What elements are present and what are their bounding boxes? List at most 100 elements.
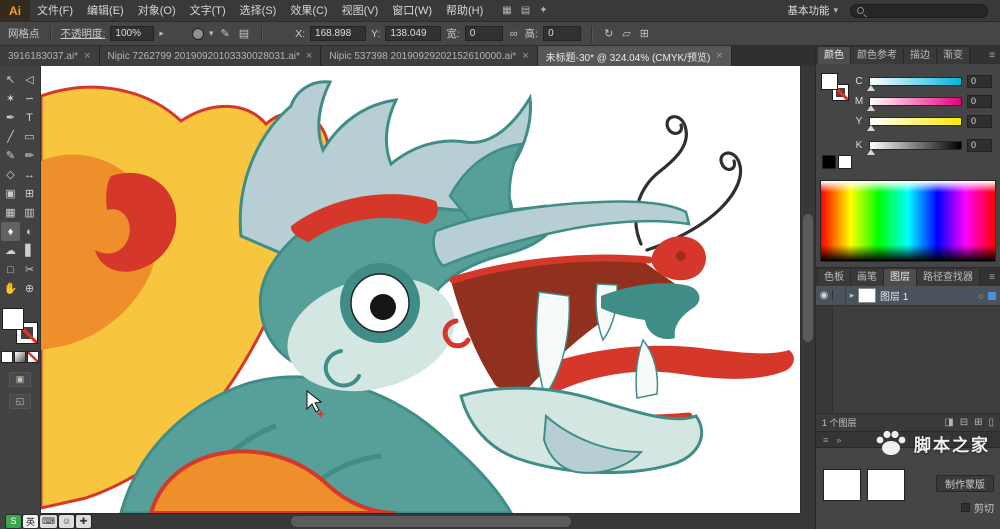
ime-keyboard-icon[interactable]: ⌨: [40, 514, 57, 528]
align-grid-icon[interactable]: ⊞: [638, 27, 651, 40]
height-input[interactable]: 0: [543, 26, 582, 41]
vertical-scroll-thumb[interactable]: [803, 214, 813, 342]
horizontal-scroll-thumb[interactable]: [291, 516, 571, 527]
object-thumbnail[interactable]: [824, 470, 860, 500]
new-sublayer-icon[interactable]: ⊟: [960, 417, 968, 428]
width-tool[interactable]: ◇: [1, 165, 20, 184]
vertical-scrollbar[interactable]: [800, 66, 815, 513]
panel-menu-icon[interactable]: ≡: [984, 47, 1000, 64]
opacity-label[interactable]: 不透明度:: [61, 26, 106, 41]
tongue-shape[interactable]: [539, 345, 794, 393]
perspective-grid-tool[interactable]: ⊞: [20, 184, 39, 203]
channel-m-slider[interactable]: [867, 96, 962, 111]
channel-k-slider[interactable]: [867, 140, 962, 155]
doc-tab-1[interactable]: 3916183037.ai* ×: [0, 46, 100, 66]
ime-emoji-icon[interactable]: ☺: [59, 514, 74, 528]
new-layer-icon[interactable]: ⊞: [974, 417, 982, 428]
artboard-tool[interactable]: □: [1, 260, 20, 279]
zoom-tool[interactable]: ⊕: [20, 279, 39, 298]
style-swatch[interactable]: [191, 27, 204, 40]
menu-select[interactable]: 选择(S): [233, 0, 284, 22]
none-chip[interactable]: [28, 352, 38, 362]
doc-tab-2[interactable]: Nipic 7262799 20190920103330028031.ai* ×: [99, 46, 322, 66]
whisker-lines[interactable]: [634, 115, 743, 252]
doc-tab-4[interactable]: 未标题-30* @ 324.04% (CMYK/预览) ×: [537, 46, 732, 66]
column-graph-tool[interactable]: ▋: [20, 241, 39, 260]
channel-y-slider[interactable]: [867, 116, 962, 131]
opacity-stepper-icon[interactable]: ▸: [159, 28, 164, 39]
eye[interactable]: [340, 263, 420, 343]
tab-layers[interactable]: 图层: [884, 269, 917, 286]
visibility-eye-icon[interactable]: ◉: [816, 290, 833, 301]
delete-layer-icon[interactable]: ▯: [988, 417, 994, 428]
channel-value-input[interactable]: 0: [967, 94, 992, 108]
collapse-panels-icon[interactable]: »: [836, 435, 841, 445]
dragon-artwork[interactable]: [41, 66, 800, 513]
panel-fill-swatch[interactable]: [822, 74, 837, 89]
y-input[interactable]: 138.049: [385, 26, 442, 41]
mask-thumbnail[interactable]: [868, 470, 904, 500]
direct-selection-tool[interactable]: ◁: [20, 70, 39, 89]
color-chip[interactable]: [2, 352, 12, 362]
blend-tool[interactable]: ◐: [20, 222, 39, 241]
cs-live-icon[interactable]: ✦: [539, 0, 547, 22]
shape-builder-tool[interactable]: ▣: [1, 184, 20, 203]
opacity-input[interactable]: 100%: [110, 26, 155, 41]
white-swatch[interactable]: [839, 156, 851, 168]
ime-logo-icon[interactable]: S: [6, 514, 21, 528]
channel-c-slider[interactable]: [867, 76, 962, 91]
close-icon[interactable]: ×: [522, 50, 528, 62]
bridge-icon[interactable]: ▦: [502, 0, 511, 22]
expand-arrow-icon[interactable]: ▸: [846, 290, 858, 301]
pencil-tool[interactable]: ✏: [20, 146, 39, 165]
selection-tool[interactable]: ↖: [1, 70, 20, 89]
make-clip-mask-icon[interactable]: ◨: [944, 417, 953, 428]
lip-curl-shape[interactable]: [601, 283, 700, 340]
menu-help[interactable]: 帮助(H): [439, 0, 490, 22]
menu-window[interactable]: 窗口(W): [385, 0, 439, 22]
symbol-sprayer-tool[interactable]: ☁: [1, 241, 20, 260]
color-spectrum[interactable]: [820, 180, 996, 262]
menu-type[interactable]: 文字(T): [183, 0, 233, 22]
line-segment-tool[interactable]: ╱: [1, 127, 20, 146]
app-logo[interactable]: Ai: [0, 0, 30, 22]
gradient-tool[interactable]: ▥: [20, 203, 39, 222]
menu-edit[interactable]: 编辑(E): [80, 0, 131, 22]
free-transform-tool[interactable]: ↔: [20, 165, 39, 184]
type-tool[interactable]: T: [20, 108, 39, 127]
lock-cell[interactable]: [833, 286, 846, 305]
tab-color-guide[interactable]: 颜色参考: [851, 47, 904, 64]
fill-swatch[interactable]: [3, 309, 23, 329]
close-icon[interactable]: ×: [716, 50, 722, 62]
channel-value-input[interactable]: 0: [967, 74, 992, 88]
black-swatch[interactable]: [823, 156, 835, 168]
menu-view[interactable]: 视图(V): [335, 0, 386, 22]
search-input[interactable]: [850, 3, 988, 18]
menu-effect[interactable]: 效果(C): [283, 0, 334, 22]
eyedropper-tool[interactable]: ♦: [1, 222, 20, 241]
drawing-mode-icon[interactable]: ▣: [9, 372, 31, 387]
style-chevron-icon[interactable]: ▾: [209, 28, 214, 39]
width-input[interactable]: 0: [464, 26, 503, 41]
rotate-icon[interactable]: ↻: [602, 27, 615, 40]
close-icon[interactable]: ×: [306, 50, 312, 62]
magic-wand-tool[interactable]: ✶: [1, 89, 20, 108]
tab-stroke[interactable]: 描边: [904, 47, 937, 64]
checkbox-icon[interactable]: [961, 503, 970, 512]
channel-value-input[interactable]: 0: [967, 138, 992, 152]
panel-dock-menu-icon[interactable]: ≡: [823, 435, 828, 445]
ime-toolbox-icon[interactable]: ✚: [76, 514, 91, 528]
layer-name[interactable]: 图层 1: [880, 288, 974, 303]
arrange-documents-icon[interactable]: ▤: [521, 0, 530, 22]
slice-tool[interactable]: ✂: [20, 260, 39, 279]
mesh-tool[interactable]: ▦: [1, 203, 20, 222]
menu-object[interactable]: 对象(O): [131, 0, 183, 22]
lasso-tool[interactable]: ∽: [20, 89, 39, 108]
layer-row[interactable]: ◉ ▸ 图层 1 ○: [816, 286, 1000, 306]
gradient-chip[interactable]: [15, 352, 25, 362]
hand-tool[interactable]: ✋: [1, 279, 20, 298]
channel-value-input[interactable]: 0: [967, 114, 992, 128]
ime-lang-toggle[interactable]: 英: [23, 514, 38, 528]
panel-menu-icon[interactable]: ≡: [984, 269, 1000, 286]
tab-brushes[interactable]: 画笔: [851, 269, 884, 286]
